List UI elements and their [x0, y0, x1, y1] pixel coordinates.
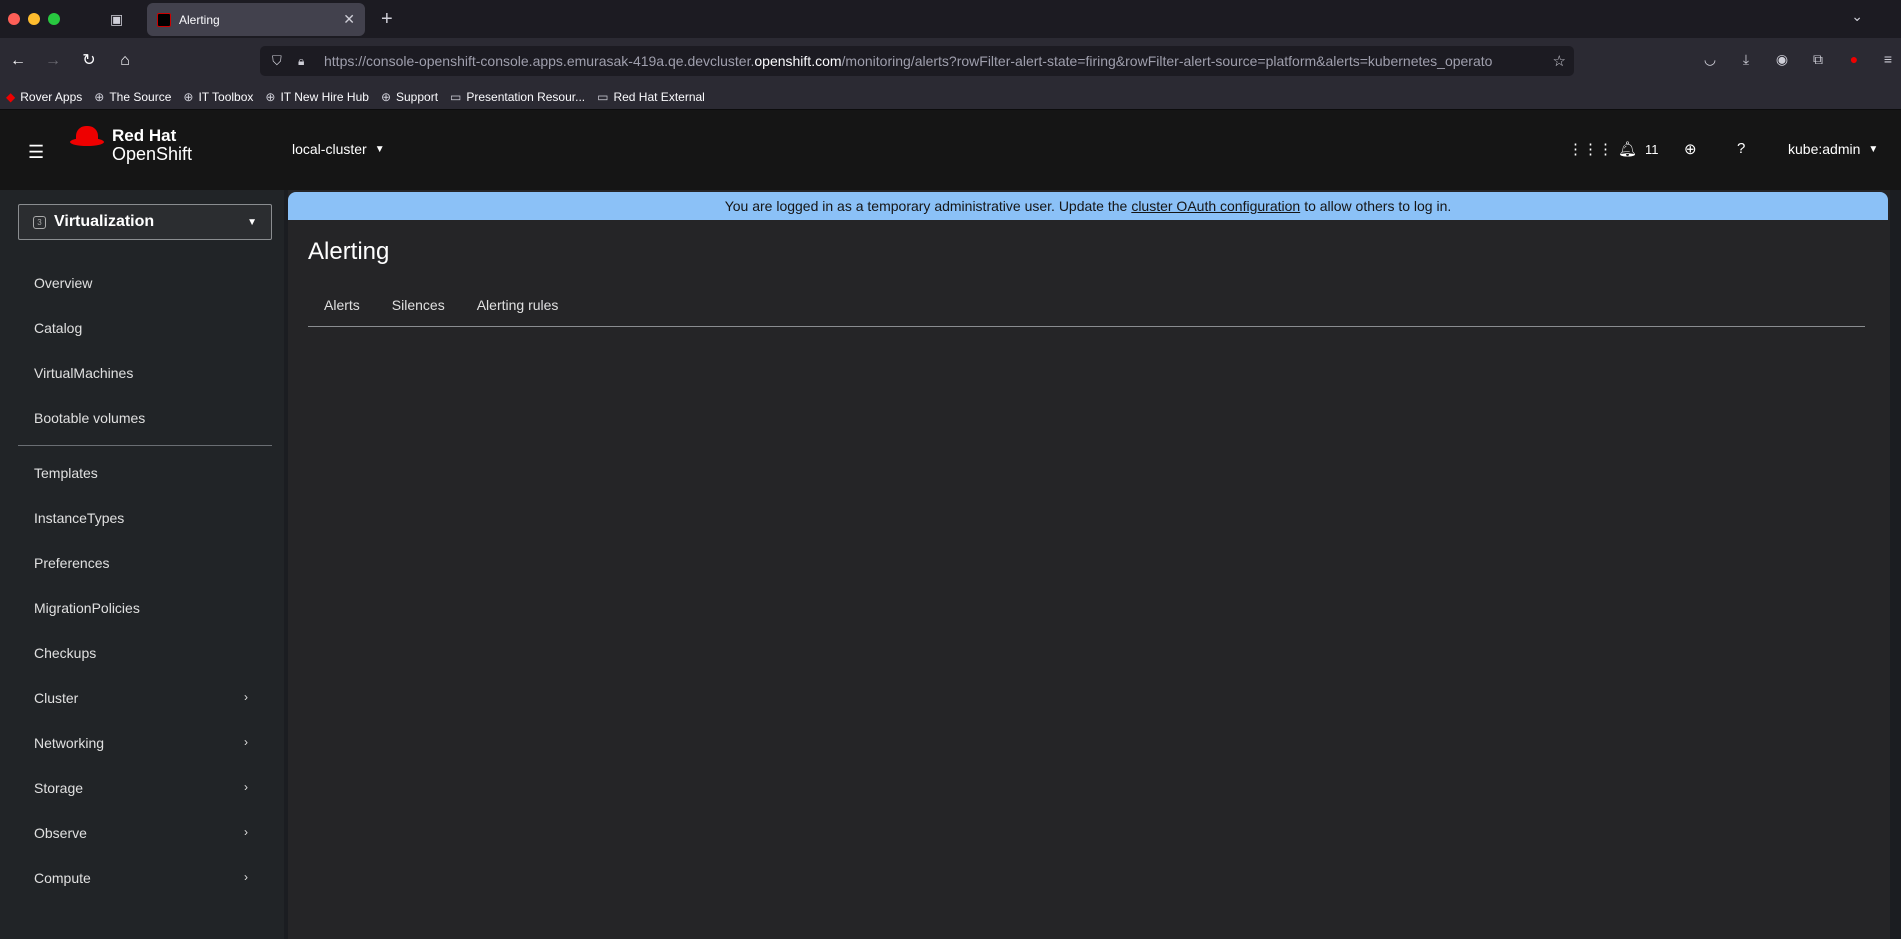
- close-window-button[interactable]: [8, 13, 20, 25]
- bookmark-the-source[interactable]: ⊕ The Source: [94, 90, 171, 104]
- notifications-button[interactable]: 🔔︎ 11: [1618, 140, 1659, 158]
- chevron-down-icon[interactable]: ⌄: [1851, 8, 1863, 25]
- tab-alerts[interactable]: Alerts: [308, 283, 376, 326]
- browser-nav-bar: ← → ↻ ⌂ ⛉ 🔒︎ https://console-openshift-c…: [0, 38, 1901, 84]
- maximize-window-button[interactable]: [48, 13, 60, 25]
- download-icon[interactable]: ⤓: [1736, 51, 1756, 71]
- help-icon[interactable]: ?: [1737, 140, 1745, 157]
- bell-icon: 🔔︎: [1618, 141, 1638, 158]
- sidebar-item-preferences[interactable]: Preferences: [34, 555, 109, 571]
- globe-icon: ⊕: [265, 89, 276, 104]
- browser-tab-alerting[interactable]: Alerting ✕: [147, 3, 365, 36]
- logo-line-1: Red Hat: [112, 126, 177, 145]
- masthead: ☰ Red Hat OpenShift local-cluster ▼ ⋮⋮⋮ …: [0, 110, 1901, 190]
- hamburger-menu-icon[interactable]: ☰: [28, 142, 44, 163]
- page-title: Alerting: [308, 238, 390, 265]
- chevron-right-icon[interactable]: ›: [244, 870, 248, 884]
- perspective-switcher[interactable]: 3 Virtualization ▼: [18, 204, 272, 240]
- sidebar-item-templates[interactable]: Templates: [34, 465, 98, 481]
- home-icon[interactable]: ⌂: [114, 50, 136, 72]
- bookmark-support[interactable]: ⊕ Support: [381, 90, 438, 104]
- pocket-icon[interactable]: ◡: [1700, 51, 1720, 71]
- caret-down-icon: ▼: [1868, 143, 1879, 155]
- extensions-icon[interactable]: ⧉: [1808, 51, 1828, 71]
- bookmark-star-icon[interactable]: ☆: [1553, 52, 1566, 70]
- sidebar-item-networking[interactable]: Networking: [34, 735, 104, 751]
- perspective-label: Virtualization: [54, 213, 155, 230]
- globe-icon: ⊕: [94, 89, 105, 104]
- sidebar: 3 Virtualization ▼ Overview Catalog Virt…: [0, 190, 284, 939]
- sidebar-item-migrationpolicies[interactable]: MigrationPolicies: [34, 600, 140, 616]
- caret-down-icon: ▼: [374, 143, 385, 155]
- sidebar-divider: [18, 445, 272, 446]
- browser-tab-bar: ▣ Alerting ✕ + ⌄: [0, 0, 1901, 38]
- red-hat-logo-icon: [70, 126, 104, 148]
- plus-circle-icon[interactable]: ⊕: [1684, 140, 1697, 158]
- window-controls: [8, 13, 60, 25]
- user-name: kube:admin: [1788, 141, 1861, 157]
- user-menu[interactable]: kube:admin ▼: [1788, 141, 1878, 157]
- page-tabs: Alerts Silences Alerting rules: [308, 283, 1865, 327]
- bookmark-it-new-hire-hub[interactable]: ⊕ IT New Hire Hub: [265, 90, 369, 104]
- globe-icon: ⊕: [183, 89, 194, 104]
- back-icon[interactable]: ←: [7, 50, 29, 72]
- sidebar-item-observe[interactable]: Observe: [34, 825, 87, 841]
- chevron-right-icon[interactable]: ›: [244, 780, 248, 794]
- minimize-window-button[interactable]: [28, 13, 40, 25]
- bookmark-rover-apps[interactable]: ◆ Rover Apps: [6, 90, 82, 104]
- extension-badge-icon[interactable]: ●: [1844, 51, 1864, 71]
- globe-icon: ⊕: [380, 89, 391, 104]
- caret-down-icon: ▼: [247, 216, 257, 228]
- sidebar-item-overview[interactable]: Overview: [34, 275, 92, 291]
- banner-text-before: You are logged in as a temporary adminis…: [724, 198, 1128, 214]
- bookmark-folder-red-hat-external[interactable]: ▭ Red Hat External: [597, 90, 705, 104]
- cluster-selector[interactable]: local-cluster ▼: [292, 141, 385, 157]
- close-tab-icon[interactable]: ✕: [343, 11, 355, 28]
- bookmark-folder-presentation[interactable]: ▭ Presentation Resour...: [450, 90, 585, 104]
- main-content: You are logged in as a temporary adminis…: [284, 190, 1901, 939]
- chevron-right-icon[interactable]: ›: [244, 825, 248, 839]
- folder-icon: ▭: [597, 89, 609, 104]
- folder-icon: ▭: [450, 89, 462, 104]
- sidebar-item-bootable-volumes[interactable]: Bootable volumes: [34, 410, 145, 426]
- forward-icon[interactable]: →: [42, 50, 64, 72]
- cluster-name: local-cluster: [292, 141, 367, 157]
- sidebar-item-instancetypes[interactable]: InstanceTypes: [34, 510, 124, 526]
- banner-text-after: to allow others to log in.: [1304, 198, 1452, 214]
- tab-title: Alerting: [179, 12, 220, 27]
- sidebar-item-compute[interactable]: Compute: [34, 870, 91, 886]
- tab-list-icon[interactable]: ▣: [110, 11, 128, 27]
- sidebar-item-catalog[interactable]: Catalog: [34, 320, 82, 336]
- tab-alerting-rules[interactable]: Alerting rules: [461, 283, 575, 326]
- sidebar-item-virtualmachines[interactable]: VirtualMachines: [34, 365, 133, 381]
- bookmark-it-toolbox[interactable]: ⊕ IT Toolbox: [183, 90, 253, 104]
- favicon-icon: [157, 12, 171, 27]
- notification-count: 11: [1645, 141, 1659, 157]
- admin-user-banner: You are logged in as a temporary adminis…: [288, 192, 1888, 220]
- reload-icon[interactable]: ↻: [78, 50, 100, 72]
- url-bar[interactable]: ⛉ 🔒︎ https://console-openshift-console.a…: [260, 46, 1574, 76]
- url-text[interactable]: https://console-openshift-console.apps.e…: [324, 53, 1544, 69]
- app-launcher-grid-icon[interactable]: ⋮⋮⋮: [1568, 140, 1613, 158]
- chevron-right-icon[interactable]: ›: [244, 735, 248, 749]
- tab-silences[interactable]: Silences: [376, 283, 461, 326]
- openshift-logo[interactable]: Red Hat OpenShift: [70, 126, 192, 164]
- bookmarks-bar: ◆ Rover Apps ⊕ The Source ⊕ IT Toolbox ⊕ IT …: [0, 84, 1901, 110]
- menu-icon[interactable]: ≡: [1878, 51, 1898, 71]
- red-hat-icon: ◆: [6, 89, 16, 104]
- cluster-oauth-link[interactable]: cluster OAuth configuration: [1131, 198, 1300, 214]
- sidebar-item-cluster[interactable]: Cluster: [34, 690, 78, 706]
- sidebar-item-storage[interactable]: Storage: [34, 780, 83, 796]
- sidebar-item-checkups[interactable]: Checkups: [34, 645, 96, 661]
- perspective-icon: 3: [33, 215, 46, 229]
- logo-line-2: OpenShift: [112, 144, 193, 164]
- chevron-right-icon[interactable]: ›: [244, 690, 248, 704]
- lock-icon[interactable]: 🔒︎: [298, 54, 312, 69]
- new-tab-icon[interactable]: +: [381, 8, 393, 31]
- shield-icon[interactable]: ⛉: [272, 53, 286, 69]
- account-icon[interactable]: ◉: [1772, 51, 1792, 71]
